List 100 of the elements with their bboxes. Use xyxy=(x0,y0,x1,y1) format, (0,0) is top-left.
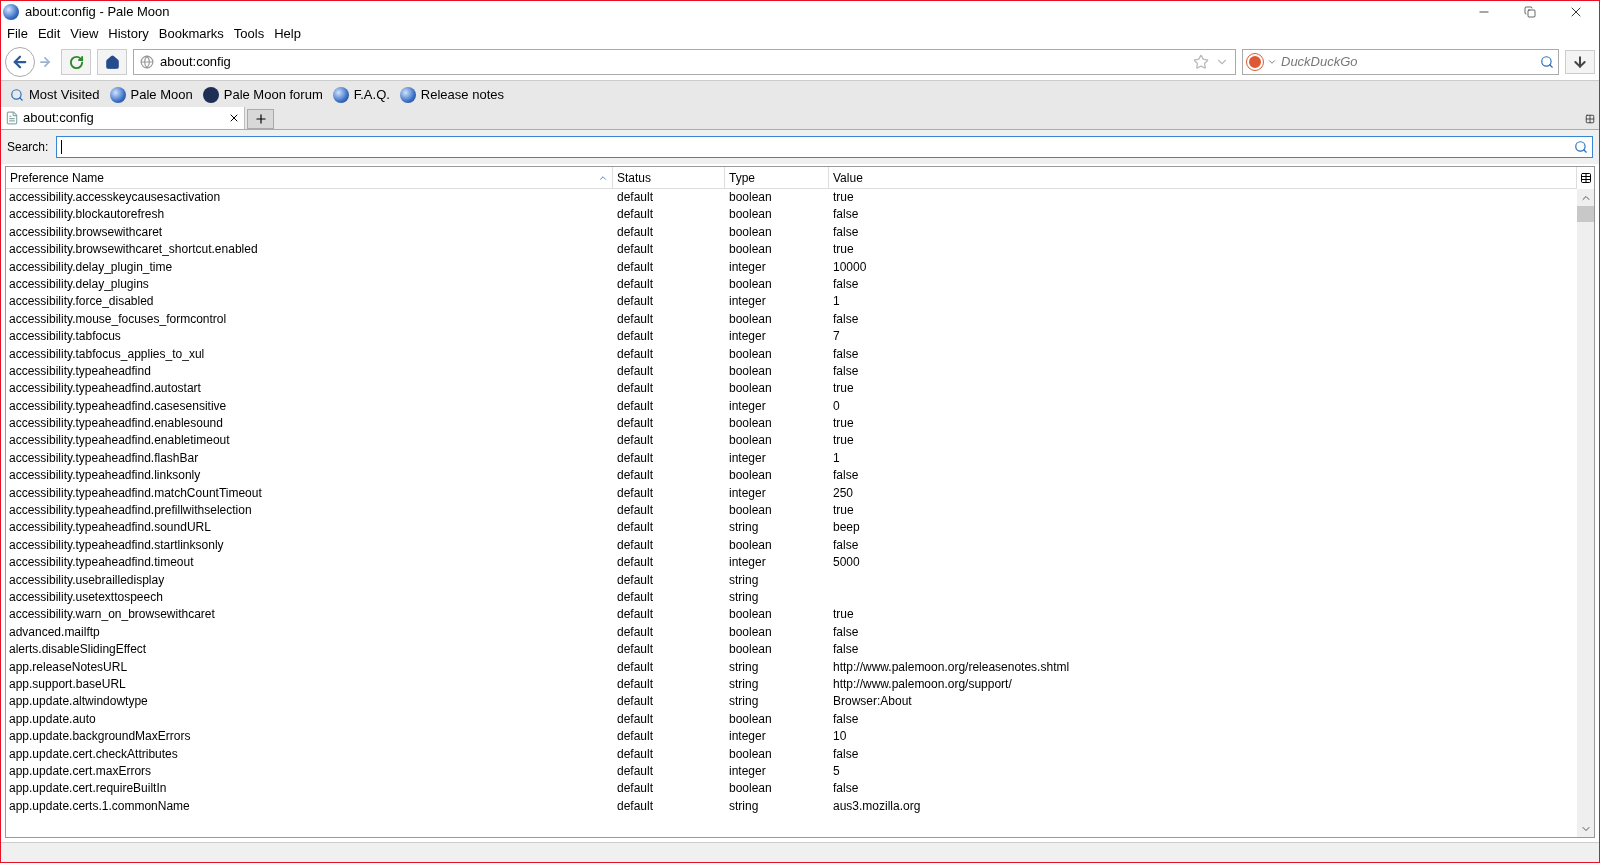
column-header[interactable]: Preference Name xyxy=(6,167,613,188)
table-cell-text: http://www.palemoon.org/support/ xyxy=(832,675,1013,693)
table-cell-text: boolean xyxy=(728,206,773,224)
table-cell-text: app.update.cert.maxErrors xyxy=(8,762,153,780)
plus-icon xyxy=(253,112,268,126)
table-cell-text: default xyxy=(616,693,655,711)
table-cell-text: app.update.cert.requireBuiltIn xyxy=(8,780,168,798)
table-cell-text: alerts.disableSlidingEffect xyxy=(8,641,148,659)
table-cell-text: boolean xyxy=(728,710,773,728)
table-cell-text: beep xyxy=(832,519,861,537)
table-cell-text: app.update.auto xyxy=(8,710,97,728)
table-cell-text: boolean xyxy=(728,745,773,763)
table-cell-text: app.update.backgroundMaxErrors xyxy=(8,728,192,746)
scrollbar-thumb[interactable] xyxy=(1577,206,1594,222)
table-cell-text: aus3.mozilla.org xyxy=(832,797,922,815)
bookmark-star-icon[interactable] xyxy=(1193,54,1209,70)
bookmark-item[interactable]: Most Visited xyxy=(7,84,103,105)
table-cell-text: boolean xyxy=(728,223,773,241)
address-field[interactable]: about:config xyxy=(133,49,1236,75)
column-header[interactable]: Type xyxy=(725,167,829,188)
table-cell-text: default xyxy=(616,641,655,659)
table-cell-text: accessibility.tabfocus_applies_to_xul xyxy=(8,345,206,363)
table-cell-text: integer xyxy=(728,449,767,467)
search-page-icon xyxy=(10,87,24,102)
table-cell-text: false xyxy=(832,345,860,363)
table-cell-text: default xyxy=(616,484,655,502)
table-cell-text: accessibility.typeaheadfind.timeout xyxy=(8,554,195,572)
bookmark-item[interactable]: F.A.Q. xyxy=(329,84,393,105)
table-cell-text: default xyxy=(616,380,655,398)
table-cell-text: default xyxy=(616,606,655,624)
bookmark-item[interactable]: Pale Moon xyxy=(106,84,196,105)
search-field[interactable] xyxy=(56,136,1593,158)
menu-item[interactable]: View xyxy=(65,23,104,44)
menu-item[interactable]: File xyxy=(2,23,33,44)
table-cell-text: accessibility.typeaheadfind.prefillwithselection xyxy=(8,502,253,520)
menu-item[interactable]: Tools xyxy=(228,23,270,44)
table-cell-text: default xyxy=(616,223,655,241)
home-button[interactable] xyxy=(97,49,127,75)
table-cell-text: integer xyxy=(728,258,767,276)
column-header[interactable]: Status xyxy=(613,167,725,188)
table-cell-text: boolean xyxy=(728,241,773,259)
table-cell-text: integer xyxy=(728,328,767,346)
column-picker-icon[interactable] xyxy=(1579,172,1592,184)
menu-item[interactable]: Help xyxy=(269,23,306,44)
table-cell-text: accessibility.typeaheadfind.matchCountTimeout xyxy=(8,484,263,502)
table-cell-text: string xyxy=(728,519,760,537)
table-cell-text: default xyxy=(616,432,655,450)
search-engine-field[interactable]: DuckDuckGo xyxy=(1242,49,1559,75)
table-cell-text: accessibility.blockautorefresh xyxy=(8,206,166,224)
table-cell-text: false xyxy=(832,275,860,293)
tab-list-icon[interactable] xyxy=(1585,114,1595,124)
menu-item[interactable]: History xyxy=(103,23,154,44)
table-cell-text: app.releaseNotesURL xyxy=(8,658,129,676)
browser-tab[interactable]: about:config xyxy=(1,107,245,129)
table-cell-text: accessibility.typeaheadfind.linksonly xyxy=(8,467,202,485)
table-cell-text: true xyxy=(832,606,855,624)
table-cell-text: boolean xyxy=(728,606,773,624)
menu-item[interactable]: Edit xyxy=(32,23,66,44)
dropdown-icon[interactable] xyxy=(1267,57,1277,67)
table-cell-text: string xyxy=(728,675,760,693)
table-cell-text: true xyxy=(832,415,855,433)
reload-button[interactable] xyxy=(61,49,91,75)
table-cell-text: boolean xyxy=(728,502,773,520)
table-cell-text: accessibility.tabfocus xyxy=(8,328,122,346)
table-cell-text: true xyxy=(832,241,855,259)
search-icon[interactable] xyxy=(1540,55,1554,69)
table-cell-text: advanced.mailftp xyxy=(8,623,101,641)
table-cell-text: true xyxy=(832,189,855,206)
table-cell-text: default xyxy=(616,780,655,798)
table-cell-text: 1 xyxy=(832,449,841,467)
table-cell-text: default xyxy=(616,362,655,380)
bookmark-item[interactable]: Release notes xyxy=(396,84,507,105)
table-cell-text: default xyxy=(616,554,655,572)
forward-arrow-icon xyxy=(38,55,52,69)
globe-icon xyxy=(109,86,126,103)
table-cell-text: default xyxy=(616,258,655,276)
table-cell-text: false xyxy=(832,206,860,224)
table-cell-text: default xyxy=(616,241,655,259)
table-cell-text: boolean xyxy=(728,641,773,659)
table-cell-text: false xyxy=(832,310,860,328)
table-cell-text: boolean xyxy=(728,780,773,798)
table-cell-text: true xyxy=(832,502,855,520)
downloads-button[interactable] xyxy=(1565,50,1595,74)
table-cell-text: default xyxy=(616,658,655,676)
forum-logo-icon xyxy=(202,86,219,103)
close-tab-icon[interactable] xyxy=(228,112,240,124)
table-cell-text: boolean xyxy=(728,310,773,328)
search-engine-input[interactable]: DuckDuckGo xyxy=(1281,52,1536,72)
table-cell-text: 0 xyxy=(832,397,841,415)
table-cell-text: integer xyxy=(728,293,767,311)
menu-item[interactable]: Bookmarks xyxy=(153,23,229,44)
table-cell-text: accessibility.typeaheadfind.enablesound xyxy=(8,415,224,433)
home-icon xyxy=(104,54,120,70)
new-tab-button[interactable] xyxy=(247,109,274,129)
table-cell-text: false xyxy=(832,536,860,554)
back-button[interactable] xyxy=(5,47,35,77)
bookmark-item[interactable]: Pale Moon forum xyxy=(199,84,326,105)
table-cell-text: boolean xyxy=(728,345,773,363)
table-cell-text: boolean xyxy=(728,467,773,485)
table-cell-text: accessibility.usetexttospeech xyxy=(8,589,164,606)
